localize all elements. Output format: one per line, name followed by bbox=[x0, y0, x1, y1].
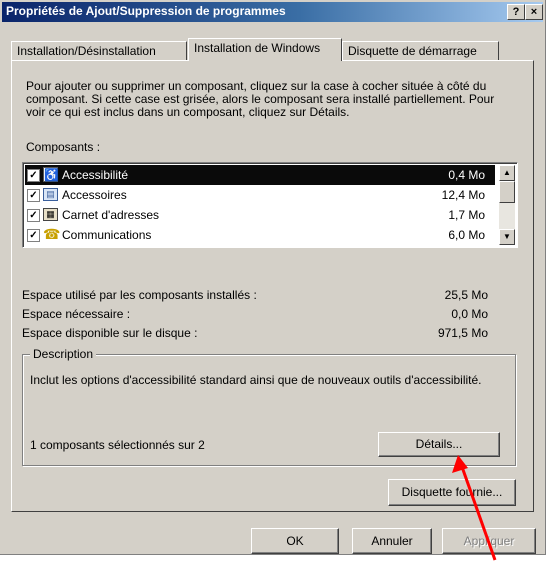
tab-installation-windows[interactable]: Installation de Windows bbox=[188, 38, 342, 61]
annotation-arrow-head bbox=[452, 455, 468, 473]
annotation-arrow-line bbox=[459, 463, 497, 561]
annotation-arrow-icon bbox=[452, 455, 497, 561]
